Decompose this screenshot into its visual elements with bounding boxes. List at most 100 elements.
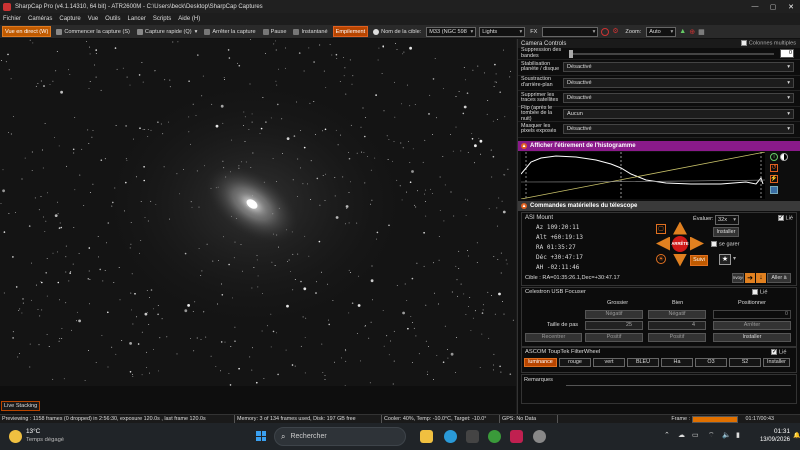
park-toggle[interactable]: se garer bbox=[711, 240, 740, 247]
focuser-linked-checkbox[interactable] bbox=[752, 288, 758, 295]
snapshot-button[interactable]: Instantané bbox=[291, 26, 329, 37]
banding-slider[interactable] bbox=[569, 49, 774, 58]
battery-icon[interactable]: ▮ bbox=[736, 431, 740, 439]
slew-rate-select[interactable]: 32x ▾ bbox=[715, 214, 739, 225]
menu-tools[interactable]: Outils bbox=[105, 16, 120, 22]
focuser-linked-toggle[interactable]: Lié bbox=[752, 288, 767, 295]
menu-launch[interactable]: Lancer bbox=[128, 16, 146, 22]
drive-icon[interactable]: ▭ bbox=[692, 431, 699, 439]
weather-icon[interactable] bbox=[9, 430, 22, 443]
coarse-step-field[interactable]: 25 bbox=[585, 320, 643, 330]
fine-step-field[interactable]: 4 bbox=[648, 320, 706, 330]
menu-view[interactable]: Vue bbox=[88, 16, 98, 22]
fine-positive-button[interactable]: Positif bbox=[648, 332, 706, 342]
arrow-right-icon[interactable]: ➜ bbox=[745, 272, 755, 283]
app-green-icon[interactable] bbox=[488, 430, 501, 443]
move-north-arrow[interactable] bbox=[673, 221, 687, 235]
pause-button[interactable]: Pause bbox=[261, 26, 289, 37]
store-icon[interactable] bbox=[466, 430, 479, 443]
mount-option-icon[interactable]: ▢ bbox=[656, 223, 666, 234]
focuser-install-button[interactable]: Installer bbox=[713, 332, 791, 342]
grid-icon[interactable]: ▦ bbox=[698, 28, 705, 36]
frame-type-select[interactable]: Lights ▾ bbox=[479, 26, 526, 37]
multi-columns-checkbox[interactable] bbox=[740, 40, 747, 47]
taskbar-search[interactable]: ⌕ Rechercher bbox=[274, 427, 406, 446]
crosshair-icon[interactable]: ⊕ bbox=[689, 28, 695, 36]
histogram-icon[interactable]: ▲ bbox=[679, 28, 686, 35]
settings-icon[interactable]: ⚙ bbox=[612, 28, 620, 36]
sun-icon[interactable]: ☀ bbox=[656, 253, 666, 264]
image-viewport[interactable] bbox=[0, 39, 516, 386]
filter-luminance[interactable]: luminance bbox=[524, 357, 557, 367]
menu-cameras[interactable]: Caméras bbox=[28, 16, 52, 22]
record-icon[interactable] bbox=[601, 27, 610, 36]
focuser-stop-button[interactable]: Arrêter bbox=[713, 320, 791, 330]
filter-ha[interactable]: Ha bbox=[661, 357, 693, 367]
edge-icon[interactable] bbox=[444, 430, 457, 443]
menu-file[interactable]: Fichier bbox=[3, 16, 21, 22]
mount-install-button[interactable]: Installer bbox=[713, 226, 739, 237]
histogram-plot[interactable] bbox=[520, 151, 766, 199]
stacking-button[interactable]: Empilement bbox=[332, 26, 369, 37]
clock-date[interactable]: 13/09/2026 bbox=[752, 437, 790, 443]
remarks-area[interactable]: Remarques bbox=[521, 373, 797, 404]
menu-help[interactable]: Aide (H) bbox=[178, 16, 200, 22]
park-checkbox[interactable] bbox=[711, 240, 717, 247]
start-windows-icon[interactable] bbox=[256, 431, 266, 441]
satellite-select[interactable]: Désactivé ▾ bbox=[563, 93, 794, 104]
mount-linked-toggle[interactable]: Lié bbox=[777, 214, 793, 221]
sharpcap-taskbar-icon[interactable] bbox=[533, 430, 546, 443]
chevron-down-icon[interactable]: ▾ bbox=[733, 255, 736, 262]
clock-time[interactable]: 01:31 bbox=[760, 428, 790, 435]
fx-select[interactable]: ▾ bbox=[542, 26, 599, 37]
coarse-positive-button[interactable]: Positif bbox=[585, 332, 643, 342]
send-button[interactable]: Envoyer bbox=[732, 272, 744, 283]
app-red-icon[interactable] bbox=[510, 430, 523, 443]
save-icon[interactable] bbox=[770, 185, 778, 194]
mount-linked-checkbox[interactable] bbox=[777, 214, 784, 221]
network-icon[interactable]: ⌔ bbox=[708, 431, 715, 440]
banding-value[interactable]: 0 bbox=[780, 49, 794, 58]
filter-o3[interactable]: O3 bbox=[695, 357, 727, 367]
filterwheel-install-button[interactable]: Installer bbox=[763, 357, 790, 367]
star-icon[interactable]: ★ bbox=[719, 253, 731, 265]
auto-stretch-icon[interactable]: ⚡ bbox=[770, 174, 778, 183]
collapse-icon[interactable]: ▴ bbox=[521, 202, 527, 209]
coarse-negative-button[interactable]: Négatif bbox=[585, 309, 643, 319]
filter-blue[interactable]: BLEU bbox=[627, 357, 659, 367]
menu-capture[interactable]: Capture bbox=[59, 16, 80, 22]
info-icon[interactable]: i bbox=[770, 152, 778, 161]
move-east-arrow[interactable] bbox=[690, 236, 704, 251]
undo-icon[interactable]: ↺ bbox=[770, 163, 778, 172]
collapse-icon[interactable]: ▴ bbox=[521, 142, 527, 149]
quick-capture-button[interactable]: Capture rapide (Q) ▾ bbox=[135, 26, 199, 37]
filterwheel-linked-checkbox[interactable] bbox=[771, 348, 777, 355]
file-explorer-icon[interactable] bbox=[420, 430, 433, 443]
recenter-button[interactable]: Recentrer bbox=[525, 332, 582, 342]
goto-button[interactable]: Aller à bbox=[767, 272, 791, 283]
arrow-down-icon[interactable]: ↓ bbox=[756, 272, 766, 283]
minimize-button[interactable]: — bbox=[746, 0, 764, 13]
live-stacking-button[interactable]: Live Stacking bbox=[1, 401, 41, 411]
filter-green[interactable]: vert bbox=[593, 357, 625, 367]
menu-scripts[interactable]: Scripts bbox=[153, 16, 171, 22]
fine-negative-button[interactable]: Négatif bbox=[648, 309, 706, 319]
move-west-arrow[interactable] bbox=[656, 236, 670, 251]
volume-icon[interactable]: 🔈 bbox=[722, 431, 731, 439]
cloud-icon[interactable]: ☁ bbox=[678, 431, 685, 439]
flip-select[interactable]: Aucun ▾ bbox=[563, 108, 794, 119]
notification-icon[interactable]: 🔔 bbox=[793, 432, 800, 439]
multi-columns-toggle[interactable]: Colonnes multiples bbox=[740, 40, 796, 47]
slider-handle[interactable] bbox=[569, 49, 573, 58]
telescope-section-header[interactable]: ▴ Commandes matérielles du télescope bbox=[518, 200, 800, 211]
position-field[interactable]: 0 bbox=[713, 309, 791, 319]
close-button[interactable]: ✕ bbox=[782, 0, 800, 13]
filterwheel-linked-toggle[interactable]: Lié bbox=[771, 348, 786, 355]
move-south-arrow[interactable] bbox=[673, 253, 687, 267]
mask-select[interactable]: Désactivé ▾ bbox=[563, 124, 794, 135]
background-select[interactable]: Désactivé ▾ bbox=[563, 77, 794, 88]
filter-s2[interactable]: S2 bbox=[729, 357, 761, 367]
zoom-select[interactable]: Auto ▾ bbox=[646, 26, 677, 37]
stop-mount-button[interactable]: ARRÊTE bbox=[671, 235, 689, 252]
track-button[interactable]: Suivi bbox=[690, 254, 708, 266]
